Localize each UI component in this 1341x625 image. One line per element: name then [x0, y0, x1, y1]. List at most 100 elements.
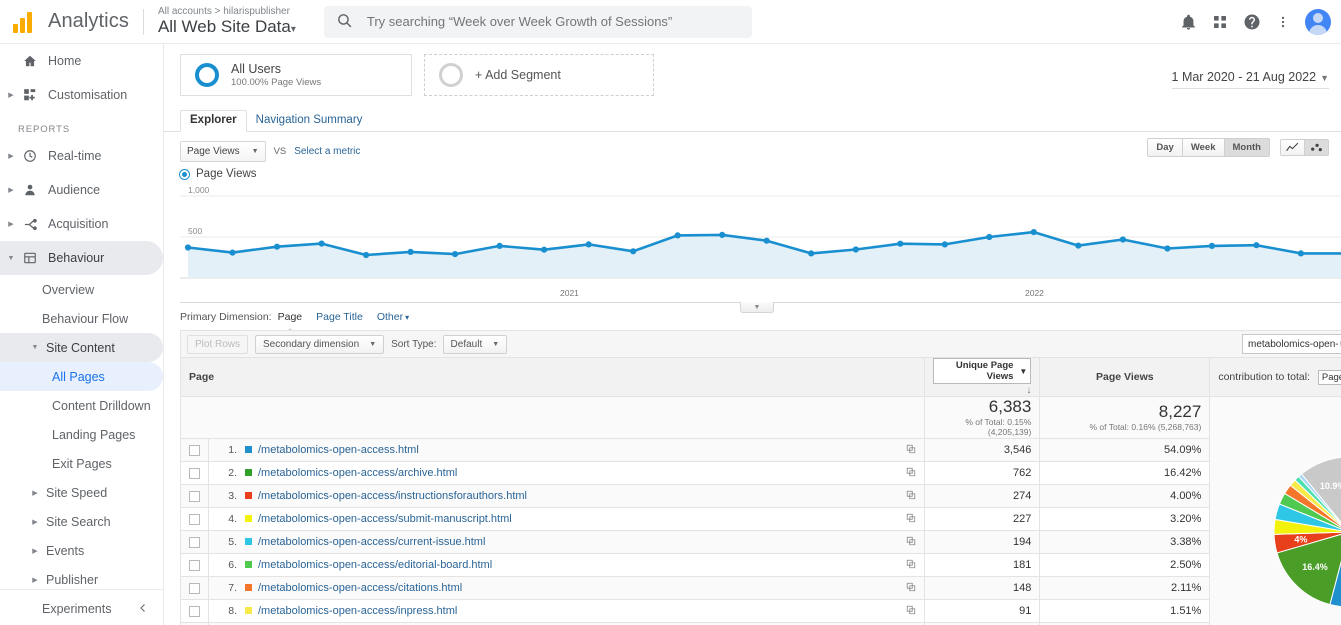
granularity-day[interactable]: Day [1148, 139, 1183, 156]
line-chart-icon[interactable] [1281, 140, 1305, 155]
sidebar-item-events[interactable]: ▶ Events [0, 536, 163, 565]
open-in-new-icon[interactable] [906, 467, 916, 480]
open-in-new-icon[interactable] [906, 513, 916, 526]
sidebar-item-site-search[interactable]: ▶ Site Search [0, 507, 163, 536]
table-search-input[interactable] [1242, 334, 1341, 354]
row-checkbox[interactable] [189, 559, 200, 571]
table-row[interactable]: 5. /metabolomics-open-access/current-issu… [180, 530, 1341, 554]
row-page-link[interactable]: /metabolomics-open-access/citations.html [258, 582, 462, 594]
sidebar-item-behaviour-flow[interactable]: Behaviour Flow [0, 304, 163, 333]
sidebar-item-overview[interactable]: Overview [0, 275, 163, 304]
account-selector[interactable]: All accounts > hilarispublisher All Web … [158, 6, 296, 37]
sidebar-item-home[interactable]: Home [0, 44, 163, 78]
sidebar-item-realtime[interactable]: ▶ Real-time [0, 139, 163, 173]
sidebar-item-customisation[interactable]: ▶ Customisation [0, 78, 163, 112]
sidebar-item-site-content[interactable]: ▼ Site Content [0, 333, 163, 362]
search-icon [336, 12, 353, 32]
apps-grid-icon[interactable] [1212, 14, 1228, 30]
row-page-link[interactable]: /metabolomics-open-access/instructionsfo… [258, 490, 527, 502]
add-segment-ring-icon [439, 63, 463, 87]
table-row[interactable]: 7. /metabolomics-open-access/citations.ht… [180, 576, 1341, 600]
secondary-dimension-button[interactable]: Secondary dimension ▼ [255, 334, 385, 354]
search-input[interactable] [364, 13, 740, 30]
row-checkbox[interactable] [189, 605, 200, 617]
tab-explorer[interactable]: Explorer [180, 110, 247, 132]
sidebar-item-behaviour[interactable]: ▼ Behaviour [0, 241, 163, 275]
open-in-new-icon[interactable] [906, 605, 916, 618]
select-a-metric-link[interactable]: Select a metric [294, 146, 360, 157]
column-header-page[interactable]: Page [179, 358, 926, 397]
table-row[interactable]: 2. /metabolomics-open-access/archive.html… [180, 461, 1341, 485]
sidebar-item-landing-pages[interactable]: Landing Pages [0, 420, 163, 449]
sidebar-item-content-drilldown[interactable]: Content Drilldown [0, 391, 163, 420]
more-options-icon[interactable] [1276, 14, 1290, 30]
segment-all-users[interactable]: All Users 100.00% Page Views [180, 54, 412, 96]
primary-dimension-page[interactable]: Page [278, 311, 302, 332]
report-tabs: Explorer Navigation Summary [164, 108, 1341, 132]
row-checkbox[interactable] [189, 490, 200, 502]
sidebar-item-all-pages[interactable]: All Pages [0, 362, 163, 391]
chevron-down-icon: ▼ [1320, 73, 1329, 83]
unique-page-views-select[interactable]: Unique Page Views ▼ [933, 358, 1032, 384]
page-views-line-chart[interactable]: 500 1,000 [180, 184, 1341, 288]
collapse-sidebar-button[interactable] [0, 589, 163, 625]
row-checkbox-cell[interactable] [180, 484, 209, 508]
open-in-new-icon[interactable] [906, 490, 916, 503]
sidebar-item-acquisition[interactable]: ▶ Acquisition [0, 207, 163, 241]
row-page-link[interactable]: /metabolomics-open-access.html [258, 444, 419, 456]
granularity-month[interactable]: Month [1224, 139, 1269, 156]
row-checkbox[interactable] [189, 444, 200, 456]
notifications-bell-icon[interactable] [1180, 14, 1197, 31]
table-row[interactable]: 3. /metabolomics-open-access/instructions… [180, 484, 1341, 508]
row-page-link[interactable]: /metabolomics-open-access/submit-manuscr… [258, 513, 512, 525]
sidebar-item-label: Behaviour [48, 251, 105, 265]
row-checkbox-cell[interactable] [180, 553, 209, 577]
open-in-new-icon[interactable] [906, 559, 916, 572]
primary-dimension-other[interactable]: Other ▾ [377, 311, 409, 323]
row-checkbox[interactable] [189, 582, 200, 594]
table-row[interactable]: 1. /metabolomics-open-access.html 3,546 54.… [180, 438, 1341, 462]
row-checkbox[interactable] [189, 536, 200, 548]
column-header-page-views[interactable]: Page Views [1039, 358, 1211, 397]
row-checkbox-cell[interactable] [180, 576, 209, 600]
column-header-unique-page-views[interactable]: Unique Page Views ▼ ↓ [924, 358, 1041, 397]
row-checkbox-cell[interactable] [180, 438, 209, 462]
sidebar-item-exit-pages[interactable]: Exit Pages [0, 449, 163, 478]
granularity-toggle: Day Week Month [1147, 138, 1270, 157]
plot-rows-button[interactable]: Plot Rows [187, 334, 249, 354]
date-range-picker[interactable]: 1 Mar 2020 - 21 Aug 2022 ▼ [1171, 70, 1329, 89]
row-checkbox-cell[interactable] [180, 599, 209, 623]
table-row[interactable]: 6. /metabolomics-open-access/editorial-bo… [180, 553, 1341, 577]
open-in-new-icon[interactable] [906, 444, 916, 457]
contribution-metric-select[interactable]: Page Views ▼ [1317, 369, 1341, 385]
row-checkbox-cell[interactable] [180, 461, 209, 485]
row-checkbox-cell[interactable] [180, 507, 209, 531]
add-segment-button[interactable]: + Add Segment [424, 54, 654, 96]
property-name[interactable]: All Web Site Data▾ [158, 17, 296, 37]
avatar[interactable] [1305, 9, 1331, 35]
primary-dimension-page-title[interactable]: Page Title [316, 311, 363, 323]
metric-select[interactable]: Page Views ▼ [180, 140, 266, 162]
help-icon[interactable] [1243, 13, 1261, 31]
table-row[interactable]: 4. /metabolomics-open-access/submit-manus… [180, 507, 1341, 531]
scatter-chart-icon[interactable] [1305, 140, 1328, 155]
row-checkbox[interactable] [189, 513, 200, 525]
open-in-new-icon[interactable] [906, 582, 916, 595]
sidebar-item-audience[interactable]: ▶ Audience [0, 173, 163, 207]
pie-chart-container[interactable]: 54.1%16.4%4%10.9% [1218, 429, 1341, 625]
row-checkbox[interactable] [189, 467, 200, 479]
search-box[interactable] [323, 5, 752, 38]
row-page-link[interactable]: /metabolomics-open-access/archive.html [258, 467, 457, 479]
sidebar-item-site-speed[interactable]: ▶ Site Speed [0, 478, 163, 507]
row-color-swatch [245, 584, 252, 592]
row-page-link[interactable]: /metabolomics-open-access/editorial-boar… [258, 559, 492, 571]
open-in-new-icon[interactable] [906, 536, 916, 549]
row-checkbox-cell[interactable] [180, 530, 209, 554]
granularity-week[interactable]: Week [1182, 139, 1225, 156]
sort-type-select[interactable]: Default ▼ [442, 334, 508, 354]
tab-navigation-summary[interactable]: Navigation Summary [247, 114, 372, 131]
row-page-link[interactable]: /metabolomics-open-access/inpress.html [258, 605, 457, 617]
row-page-link[interactable]: /metabolomics-open-access/current-issue.… [258, 536, 485, 548]
sort-descending-icon[interactable]: ↓ [1026, 385, 1031, 396]
table-row[interactable]: 8. /metabolomics-open-access/inpress.html… [180, 599, 1341, 623]
